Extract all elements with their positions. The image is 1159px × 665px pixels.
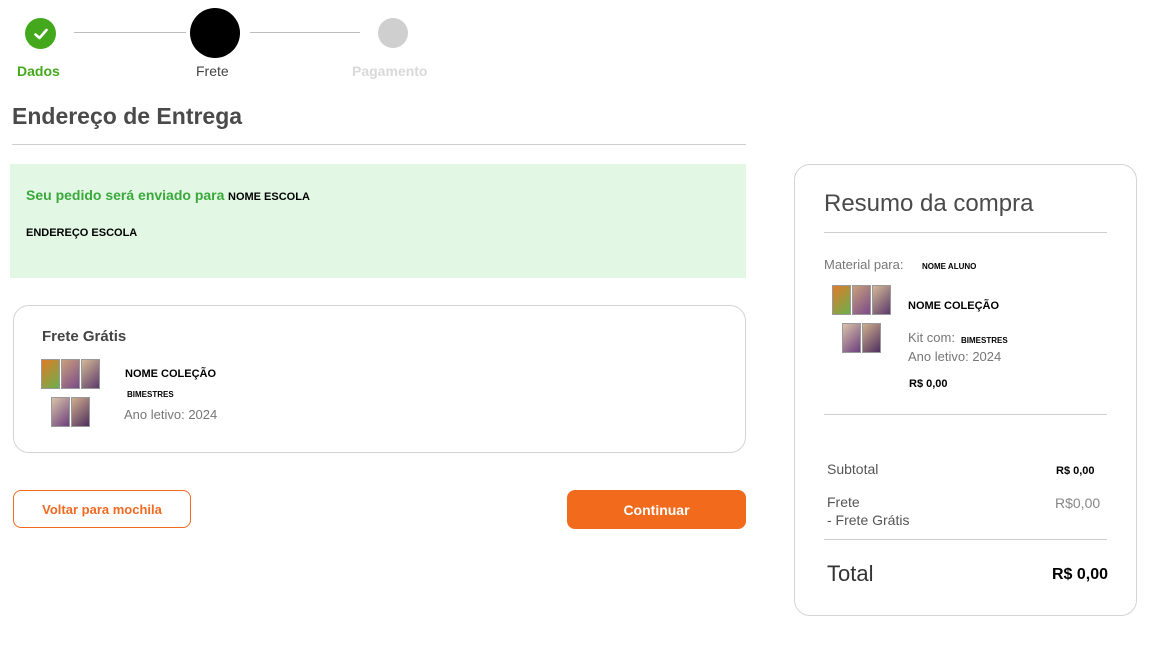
step-label-frete: Frete <box>196 63 229 79</box>
school-name: NOME ESCOLA <box>228 191 310 203</box>
step-label-pagamento: Pagamento <box>352 63 428 79</box>
total-label: Total <box>827 561 874 586</box>
school-address: ENDEREÇO ESCOLA <box>26 227 138 239</box>
frete-sub-label: - Frete Grátis <box>827 512 910 528</box>
step-dados-check-icon[interactable] <box>25 18 56 49</box>
step-frete-indicator <box>190 8 240 58</box>
item-price: R$ 0,00 <box>909 378 948 390</box>
shipping-kit: BIMESTRES <box>127 390 174 399</box>
summary-divider <box>824 539 1107 540</box>
summary-school-year: Ano letivo: 2024 <box>908 349 1002 364</box>
summary-divider <box>824 232 1107 233</box>
title-divider <box>12 144 746 145</box>
step-connector <box>250 32 360 33</box>
student-name: NOME ALUNO <box>922 262 977 271</box>
total-value: R$ 0,00 <box>1052 566 1109 583</box>
summary-divider <box>824 414 1107 415</box>
subtotal-value: R$ 0,00 <box>1056 465 1095 477</box>
back-to-cart-button[interactable]: Voltar para mochila <box>13 490 191 528</box>
summary-books-image <box>832 285 894 361</box>
shipping-title: Frete Grátis <box>42 328 127 345</box>
kit-value: BIMESTRES <box>961 336 1008 345</box>
delivery-intro-text: Seu pedido será enviado para <box>26 187 225 203</box>
collection-books-image <box>41 359 103 435</box>
shipping-collection-name: NOME COLEÇÃO <box>125 368 217 380</box>
material-for-label: Material para: <box>824 257 904 272</box>
step-connector <box>74 32 186 33</box>
frete-value: R$0,00 <box>1055 495 1101 511</box>
order-summary-panel: Resumo da compra Material para: NOME ALU… <box>794 164 1137 616</box>
checkout-stepper: Dados Frete Pagamento <box>0 0 470 90</box>
delivery-address-box: Seu pedido será enviado para NOME ESCOLA… <box>10 164 746 278</box>
step-pagamento-indicator <box>378 18 408 48</box>
shipping-option-card[interactable]: Frete Grátis NOME COLEÇÃO BIMESTRES Ano … <box>13 305 746 453</box>
continue-button[interactable]: Continuar <box>567 490 746 529</box>
kit-label: Kit com: <box>908 330 955 345</box>
page-title: Endereço de Entrega <box>12 103 243 129</box>
summary-title: Resumo da compra <box>824 190 1034 217</box>
summary-collection-name: NOME COLEÇÃO <box>908 300 1000 312</box>
frete-label: Frete <box>827 494 860 510</box>
step-label-dados[interactable]: Dados <box>17 63 60 79</box>
subtotal-label: Subtotal <box>827 461 879 477</box>
shipping-school-year: Ano letivo: 2024 <box>124 407 218 422</box>
